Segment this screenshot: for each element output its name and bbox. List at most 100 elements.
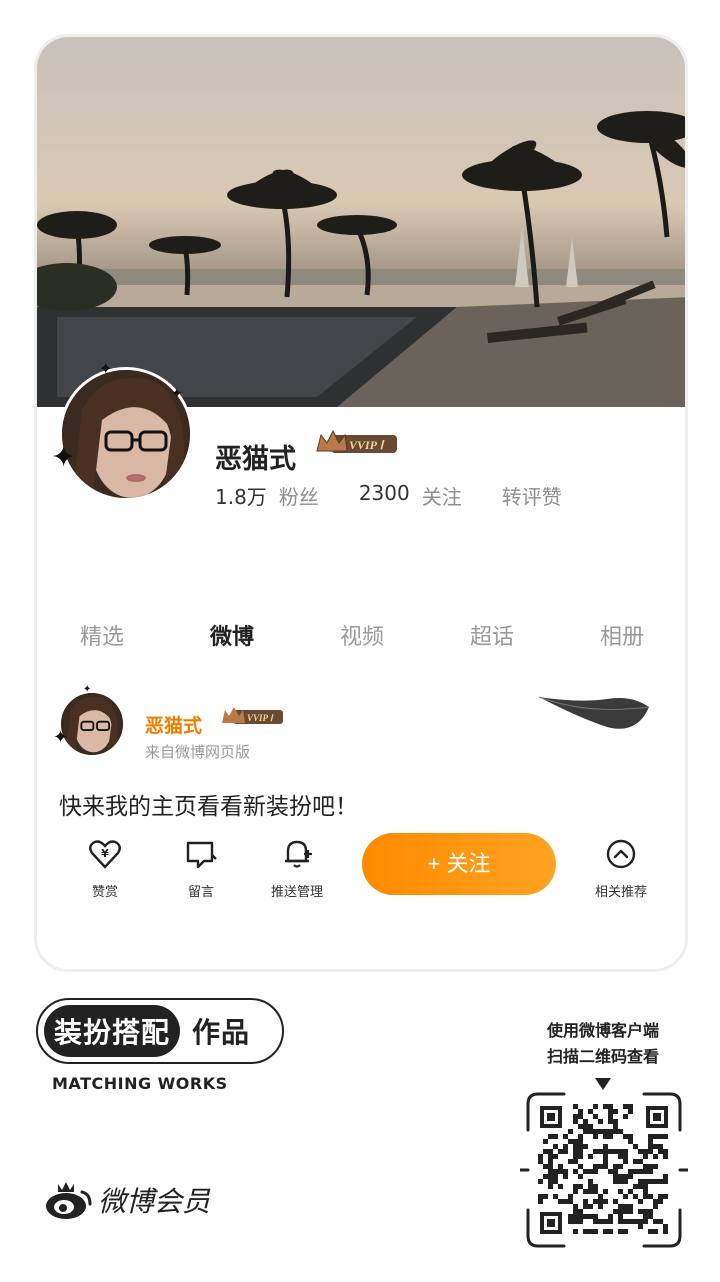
avatar-image [61, 693, 123, 755]
qr-module [593, 1219, 598, 1224]
qr-module [573, 1139, 578, 1144]
related-recommend-button[interactable]: 相关推荐 [581, 837, 661, 900]
qr-module [593, 1189, 598, 1194]
qr-module [568, 1199, 573, 1204]
qr-module [593, 1229, 598, 1234]
reward-label: 赞赏 [91, 885, 118, 900]
qr-module [593, 1169, 598, 1174]
qr-module [653, 1219, 658, 1224]
qr-module [568, 1214, 573, 1219]
qr-module [603, 1104, 608, 1109]
qr-module [638, 1224, 643, 1229]
qr-module [543, 1149, 548, 1154]
qr-module [573, 1229, 578, 1234]
svg-text:¥: ¥ [101, 847, 109, 860]
followers-stat[interactable]: 1.8万 粉丝 [215, 481, 319, 510]
scan-line-1: 使用微博客户端 [546, 1021, 659, 1040]
post-author-name[interactable]: 恶猫式 [145, 711, 202, 738]
qr-module [543, 1174, 548, 1179]
qr-module [593, 1149, 598, 1154]
qr-module [648, 1229, 653, 1234]
qr-module [573, 1214, 578, 1219]
chevron-up-icon [606, 839, 636, 869]
qr-module [623, 1174, 628, 1179]
qr-module [558, 1164, 563, 1169]
qr-module [648, 1134, 653, 1139]
qr-module [578, 1219, 583, 1224]
qr-module [583, 1229, 588, 1234]
brand-text: 微博会员 [98, 1185, 211, 1218]
qr-module [573, 1219, 578, 1224]
cover-image [37, 37, 685, 407]
qr-module [588, 1184, 593, 1189]
qr-module [623, 1229, 628, 1234]
qr-module [658, 1194, 663, 1199]
qr-module [538, 1194, 543, 1199]
qr-module [663, 1134, 668, 1139]
qr-module [558, 1169, 563, 1174]
qr-module [578, 1214, 583, 1219]
qr-module [613, 1174, 618, 1179]
qr-module [628, 1209, 633, 1214]
comment-button[interactable]: 留言 [161, 837, 241, 900]
qr-module [548, 1174, 553, 1179]
qr-module [583, 1124, 588, 1129]
qr-module [638, 1169, 643, 1174]
sparkle-decoration: ✦ [99, 359, 113, 378]
sparkle-decoration: ✦ [51, 440, 77, 475]
qr-module [638, 1179, 643, 1184]
related-recommend-label: 相关推荐 [594, 885, 647, 900]
following-stat[interactable]: 2300 关注 [359, 481, 462, 510]
qr-module [643, 1194, 648, 1199]
qr-module [578, 1134, 583, 1139]
qr-module [578, 1139, 583, 1144]
qr-module [538, 1199, 543, 1204]
qr-module [548, 1149, 553, 1154]
reward-button[interactable]: ¥ 赞赏 [65, 837, 145, 900]
profile-username: 恶猫式 [215, 444, 296, 475]
qr-module [593, 1214, 598, 1219]
qr-module [603, 1144, 608, 1149]
qr-module [638, 1184, 643, 1189]
qr-module [653, 1144, 658, 1149]
vip-badge: VVIP Ⅰ [313, 429, 399, 457]
post-avatar[interactable] [61, 693, 123, 755]
qr-module [553, 1194, 558, 1199]
qr-module [578, 1154, 583, 1159]
qr-module [648, 1149, 653, 1154]
qr-module [568, 1219, 573, 1224]
qr-module [573, 1149, 578, 1154]
qr-module [653, 1134, 658, 1139]
profile-card: ✦ ✦ ✦ 恶猫式 VVIP Ⅰ 1.8万 粉丝 2300 关注 转评赞 精选 … [34, 34, 688, 972]
qr-module [583, 1204, 588, 1209]
qr-module [563, 1149, 568, 1154]
qr-module [663, 1194, 668, 1199]
qr-module [643, 1149, 648, 1154]
qr-module [593, 1114, 598, 1119]
push-manage-button[interactable]: 推送管理 [257, 837, 337, 900]
push-manage-label: 推送管理 [270, 885, 323, 900]
qr-module [628, 1169, 633, 1174]
tab-weibo[interactable]: 微博 [167, 619, 297, 651]
tab-featured[interactable]: 精选 [37, 619, 167, 651]
interactions-label[interactable]: 转评赞 [502, 481, 562, 510]
qr-module [593, 1104, 598, 1109]
qr-module [653, 1164, 658, 1169]
qr-module [628, 1174, 633, 1179]
qr-module [598, 1219, 603, 1224]
qr-module [568, 1194, 573, 1199]
qr-module [588, 1204, 593, 1209]
qr-module [593, 1184, 598, 1189]
tab-album[interactable]: 相册 [557, 619, 685, 651]
qr-module [573, 1154, 578, 1159]
qr-module [663, 1154, 668, 1159]
profile-avatar[interactable]: ✦ ✦ ✦ [51, 361, 193, 501]
tab-supertopic[interactable]: 超话 [427, 619, 557, 651]
qr-module [583, 1119, 588, 1124]
qr-module [578, 1184, 583, 1189]
post-text: 快来我的主页看看新装扮吧！ [59, 794, 358, 820]
follow-button[interactable]: + 关注 [362, 833, 556, 895]
tab-video[interactable]: 视频 [297, 619, 427, 651]
qr-code[interactable] [518, 1090, 690, 1250]
qr-module [628, 1189, 633, 1194]
